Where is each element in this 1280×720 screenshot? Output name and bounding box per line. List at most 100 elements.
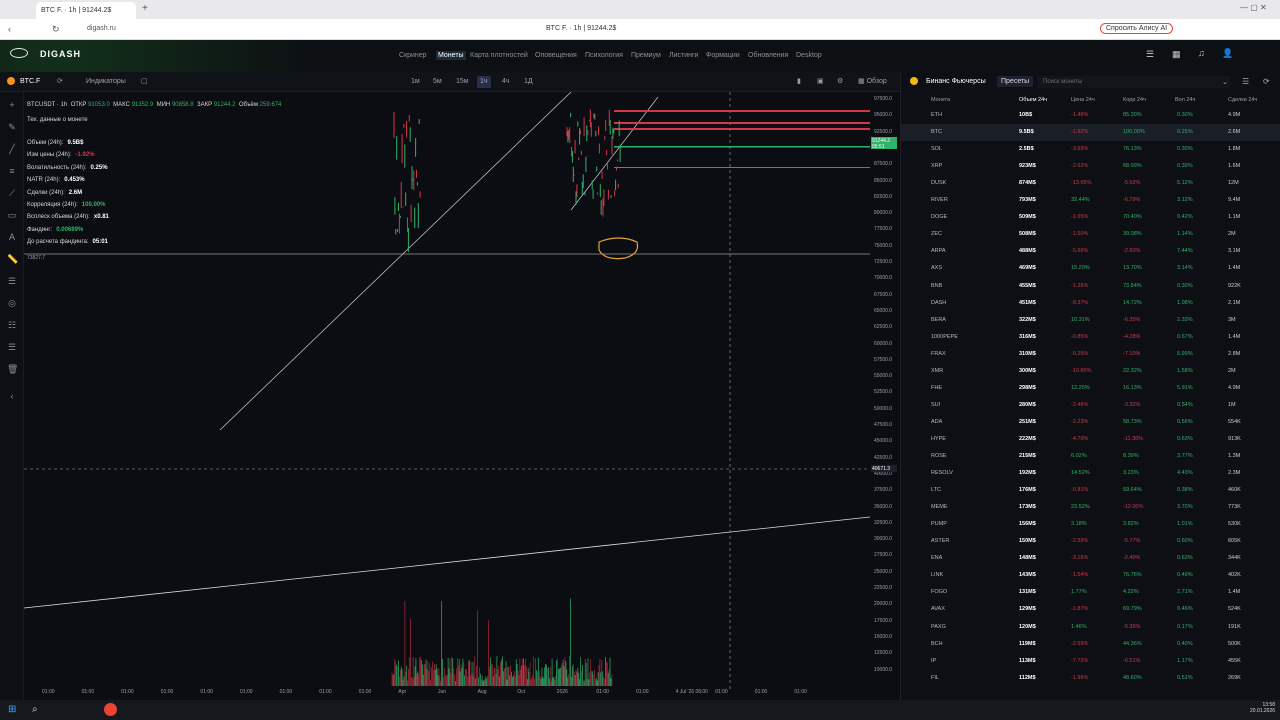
price-chart[interactable]	[24, 92, 870, 692]
rectangle-icon[interactable]: ▭	[7, 210, 17, 220]
save-icon[interactable]: ▣	[814, 76, 827, 88]
coin-row-bch[interactable]: BCH 119M$ -2.59% 44.36% 0.40% 500K	[901, 636, 1280, 653]
yandex-browser-icon[interactable]	[104, 703, 117, 716]
coin-row-btc[interactable]: BTC 9.5B$ -1.92% 100.00% 0.25% 2.6M	[901, 124, 1280, 142]
coin-row-dash[interactable]: DASH 451M$ -8.37% 14.72% 1.08% 2.1M	[901, 295, 1280, 312]
nav-screener[interactable]: Скринер	[399, 52, 427, 59]
grid-icon[interactable]: ▦	[1172, 49, 1181, 60]
text-icon[interactable]: A	[7, 232, 17, 242]
tf-15m[interactable]: 15м	[453, 76, 472, 88]
user-icon[interactable]: 👤	[1222, 48, 1233, 59]
coin-row-fil[interactable]: FIL 112M$ -1.96% 48.60% 0.51% 269K	[901, 670, 1280, 687]
exchange-title[interactable]: Бинанс Фьючерсы	[926, 78, 986, 85]
coin-row-river[interactable]: RIVER 793M$ 32.44% -6.79% 3.12% 9.4M	[901, 192, 1280, 209]
cell-corr: 76.76%	[1123, 572, 1142, 579]
coin-row-bnb[interactable]: BNB 455M$ -1.26% 73.84% 0.30% 922K	[901, 278, 1280, 295]
back-icon[interactable]: ‹	[8, 24, 11, 34]
overview-button[interactable]: ▦ Обзор	[855, 76, 890, 88]
new-tab-icon[interactable]: +	[142, 3, 148, 14]
indicators-button[interactable]: Индикаторы	[83, 76, 129, 88]
coin-row-axs[interactable]: AXS 469M$ 15.29% 13.70% 3.14% 1.4M	[901, 260, 1280, 277]
coin-row-avax[interactable]: AVAX 129M$ -1.87% 69.79% 0.46% 524K	[901, 601, 1280, 618]
coin-row-rose[interactable]: ROSE 215M$ 6.02% 8.39% 3.77% 1.3M	[901, 448, 1280, 465]
settings-icon[interactable]: ⚙	[834, 76, 846, 88]
coin-row-link[interactable]: LINK 143M$ -1.54% 76.76% 0.49% 402K	[901, 567, 1280, 584]
coin-row-ip[interactable]: IP 113M$ -7.72% -6.51% 1.17% 455K	[901, 653, 1280, 670]
nav-psychology[interactable]: Психология	[585, 52, 623, 59]
col-coin[interactable]: Монета	[931, 97, 950, 103]
coin-row-fhe[interactable]: FHE 298M$ 12.25% 16.13% 5.91% 4.9M	[901, 380, 1280, 397]
alice-button[interactable]: Спросить Алису AI	[1100, 23, 1174, 34]
nav-desktop[interactable]: Desktop	[796, 52, 822, 59]
nav-premium[interactable]: Премиум	[631, 52, 661, 59]
coin-row-ena[interactable]: ENA 148M$ -3.16% -2.40% 0.63% 344K	[901, 550, 1280, 567]
reload-icon[interactable]: ↻	[52, 24, 60, 35]
coin-row-xmr[interactable]: XMR 300M$ -10.80% 22.32% 1.58% 2M	[901, 363, 1280, 380]
layers-icon[interactable]: ☷	[7, 320, 17, 330]
coin-row-hype[interactable]: HYPE 222M$ -4.70% -11.36% 0.63% 913K	[901, 431, 1280, 448]
coin-row-zec[interactable]: ZEC 508M$ -1.50% 39.08% 1.14% 2M	[901, 226, 1280, 243]
lines-icon[interactable]: ☰	[7, 276, 17, 286]
coin-row-ada[interactable]: ADA 251M$ -2.23% 58.73% 0.56% 554K	[901, 414, 1280, 431]
tf-1d[interactable]: 1Д	[521, 76, 536, 88]
list-view-icon[interactable]: ☰	[1242, 77, 1249, 86]
coin-row-frax[interactable]: FRAX 310M$ -0.25% -7.10% 5.99% 2.8M	[901, 346, 1280, 363]
coin-row-dusk[interactable]: DUSK 874M$ -13.65% -5.62% 5.12% 12M	[901, 175, 1280, 192]
refresh-list-icon[interactable]: ⟳	[1263, 77, 1270, 86]
windows-start-icon[interactable]: ⊞	[8, 704, 16, 715]
presets-button[interactable]: Пресеты	[997, 76, 1034, 87]
collapse-icon[interactable]: ‹	[7, 391, 17, 401]
chevron-down-icon[interactable]: ⌄	[1222, 78, 1228, 86]
cursor-icon[interactable]: +	[7, 100, 17, 110]
coin-search-input[interactable]: Поиск монеты	[1038, 76, 1230, 88]
nav-listings[interactable]: Листинги	[669, 52, 698, 59]
trash-icon[interactable]: 🗑	[7, 364, 18, 374]
coin-row-meme[interactable]: MEME 173M$ 23.52% -12.00% 3.70% 773K	[901, 499, 1280, 516]
coin-row-1000pepe[interactable]: 1000PEPE 316M$ -0.85% -4.28% 0.67% 1.4M	[901, 329, 1280, 346]
coin-row-bera[interactable]: BERA 322M$ 10.31% -6.35% 2.33% 3M	[901, 312, 1280, 329]
fib-icon[interactable]: ≡	[7, 166, 17, 176]
tf-1m[interactable]: 1м	[408, 76, 423, 88]
col-price-change[interactable]: Цена 24ч	[1071, 97, 1095, 103]
coin-row-paxg[interactable]: PAXG 120M$ 1.46% -5.36% 0.17% 191K	[901, 619, 1280, 636]
coin-row-doge[interactable]: DOGE 509M$ -1.65% 70.40% 0.42% 1.1M	[901, 209, 1280, 226]
bookmark-icon[interactable]: ▮	[794, 76, 804, 88]
nav-coins[interactable]: Монеты	[436, 51, 466, 60]
magnet-icon[interactable]: ◎	[7, 298, 17, 308]
list-icon[interactable]: ☰	[7, 342, 17, 352]
tf-5m[interactable]: 5м	[430, 76, 445, 88]
coin-row-sui[interactable]: SUI 280M$ -2.46% -3.32% 0.54% 1M	[901, 397, 1280, 414]
nav-density-map[interactable]: Карта плотностей	[470, 52, 528, 59]
nav-formations[interactable]: Формации	[706, 52, 740, 59]
coin-row-fogo[interactable]: FOGO 131M$ 1.77% 4.22% 2.71% 1.4M	[901, 584, 1280, 601]
coin-row-eth[interactable]: ETH 10B$ -1.46% 85.30% 0.30% 4.9M	[901, 107, 1280, 124]
url-field[interactable]: digash.ru	[87, 25, 116, 32]
coin-row-aster[interactable]: ASTER 150M$ -2.59% -5.77% 0.60% 605K	[901, 533, 1280, 550]
coin-row-ltc[interactable]: LTC 176M$ -0.81% 59.64% 0.38% 460K	[901, 482, 1280, 499]
search-icon[interactable]: ⌕	[32, 704, 38, 715]
coin-row-sol[interactable]: SOL 2.5B$ -3.69% 76.13% 0.30% 1.8M	[901, 141, 1280, 158]
nav-alerts[interactable]: Оповещения	[535, 52, 577, 59]
col-deals[interactable]: Сделки 24ч	[1228, 97, 1257, 103]
symbol-selector[interactable]: BTC.F	[17, 76, 43, 88]
col-correlation[interactable]: Корр 24ч	[1123, 97, 1146, 103]
trendline-icon[interactable]: ╱	[7, 144, 17, 154]
refresh-icon[interactable]: ⟳	[54, 76, 66, 88]
coin-row-xrp[interactable]: XRP 923M$ -2.62% 68.09% 0.39% 1.6M	[901, 158, 1280, 175]
col-volume[interactable]: Объем 24ч	[1019, 97, 1047, 103]
nav-updates[interactable]: Обновления	[748, 52, 788, 59]
coin-row-arpa[interactable]: ARPA 488M$ -5.66% -2.60% 7.44% 3.1M	[901, 243, 1280, 260]
ray-icon[interactable]: ⟋	[7, 188, 17, 198]
coin-row-pump[interactable]: PUMP 156M$ 3.18% 3.82% 1.01% 530K	[901, 516, 1280, 533]
window-controls[interactable]: — ▢ ✕	[1240, 3, 1267, 12]
pen-icon[interactable]: ✎	[7, 122, 17, 132]
square-icon[interactable]: ▢	[138, 76, 151, 88]
ruler-icon[interactable]: 📏	[7, 254, 18, 264]
tf-1h[interactable]: 1ч	[477, 76, 491, 88]
coin-row-resolv[interactable]: RESOLV 192M$ 14.52% 3.23% 4.43% 2.3M	[901, 465, 1280, 482]
col-volatility[interactable]: Вол 24ч	[1175, 97, 1195, 103]
bell-icon[interactable]: ♫	[1198, 48, 1205, 58]
browser-tab[interactable]: BTC F. · 1h | 91244.2$	[36, 2, 136, 19]
menu-icon[interactable]: ☰	[1146, 49, 1154, 60]
tf-4h[interactable]: 4ч	[499, 76, 513, 88]
